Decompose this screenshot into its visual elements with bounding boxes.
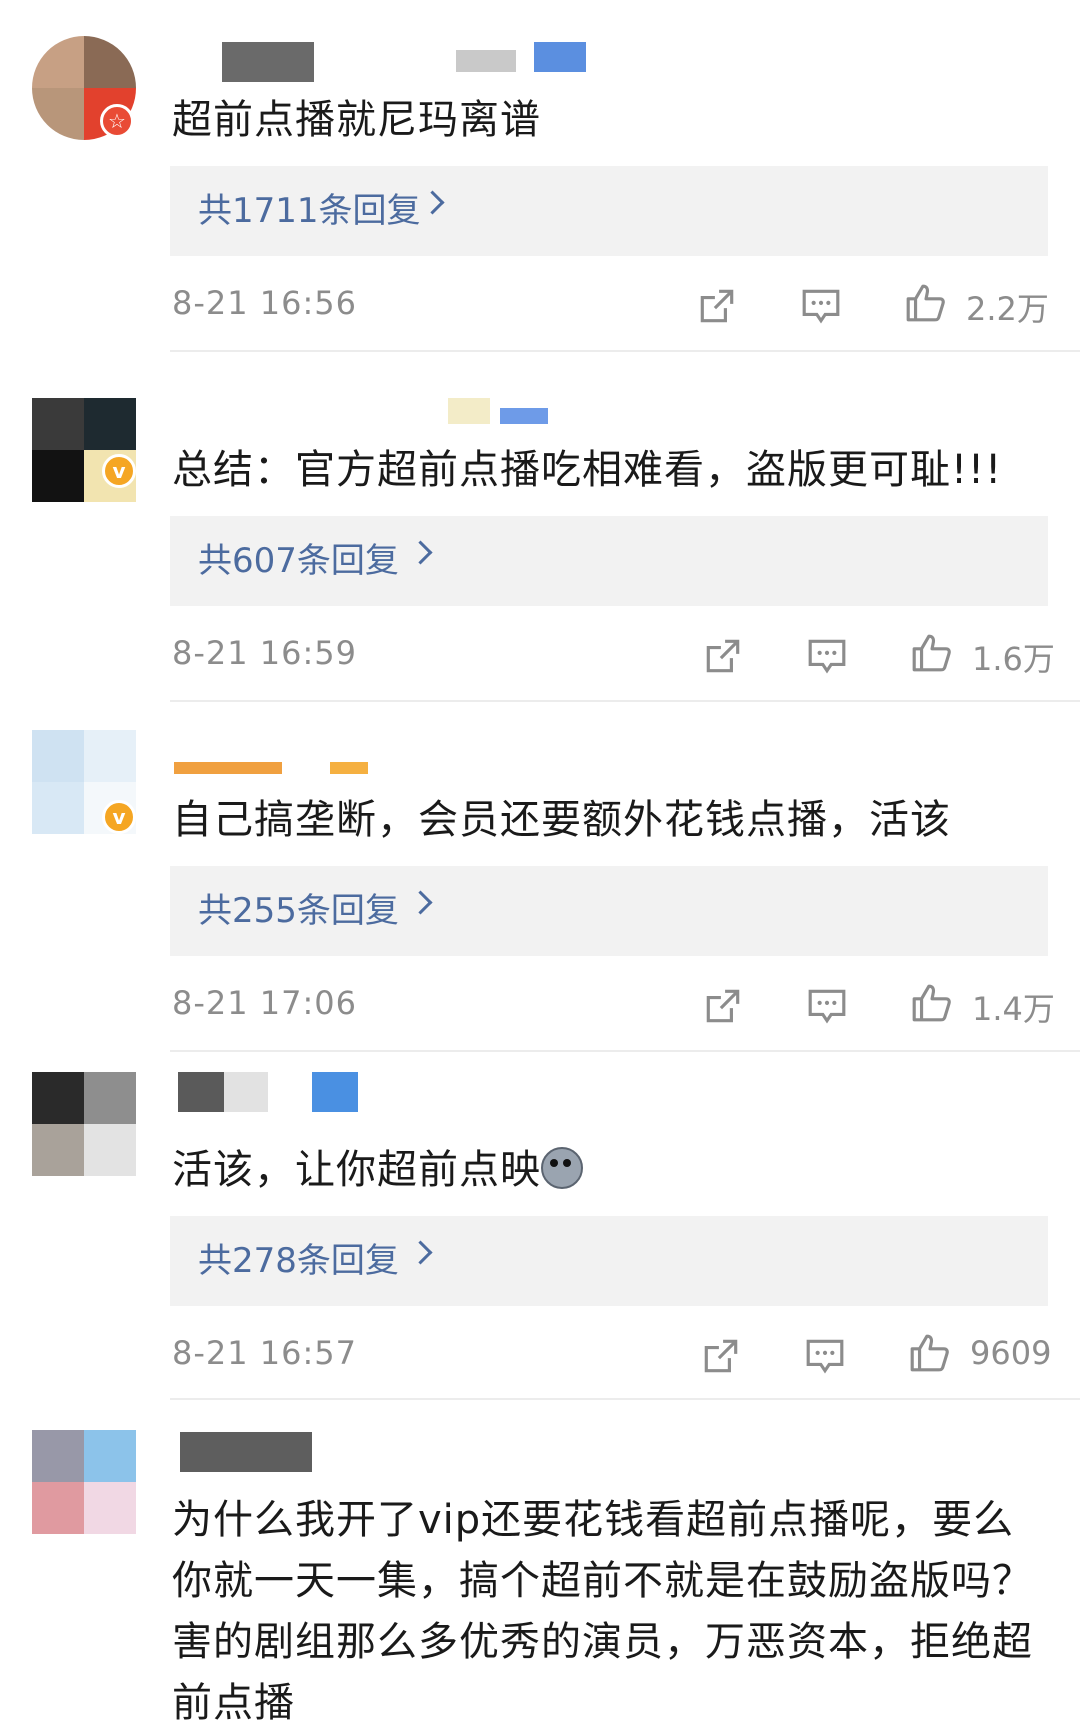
username[interactable] <box>448 398 490 424</box>
comment-icon[interactable] <box>804 1335 846 1377</box>
like-icon[interactable] <box>910 982 952 1024</box>
husky-emoji-icon <box>541 1147 583 1189</box>
avatar[interactable] <box>32 1430 136 1534</box>
like-icon[interactable] <box>908 1332 950 1374</box>
chevron-right-icon <box>408 890 433 915</box>
comment-text: 活该，让你超前点映 <box>172 1140 1052 1200</box>
comment-text: 为什么我开了vip还要花钱看超前点播呢，要么你就一天一集，搞个超前不就是在鼓励盗… <box>172 1497 1033 1726</box>
timestamp: 8-21 16:57 <box>172 1334 358 1372</box>
level-badge <box>312 1072 358 1112</box>
username[interactable] <box>174 762 282 774</box>
share-icon[interactable] <box>702 985 744 1027</box>
chevron-right-icon <box>408 540 433 565</box>
replies-count: 共1711条回复 <box>198 191 421 231</box>
replies-count: 共607条回复 <box>198 541 399 581</box>
timestamp: 8-21 17:06 <box>172 984 358 1022</box>
chevron-right-icon <box>420 190 445 215</box>
divider <box>170 700 1080 702</box>
comment-icon[interactable] <box>806 985 848 1027</box>
verified-badge-icon: v <box>102 800 136 834</box>
replies-count: 共278条回复 <box>198 1241 399 1281</box>
comment-icon[interactable] <box>806 635 848 677</box>
replies-link[interactable]: 共278条回复 <box>170 1216 1048 1306</box>
timestamp: 8-21 16:59 <box>172 634 358 672</box>
comment-text: 超前点播就尼玛离谱 <box>172 97 541 143</box>
like-count: 1.4万 <box>972 990 1055 1028</box>
divider <box>170 1398 1080 1400</box>
star-badge-icon: ☆ <box>100 104 134 138</box>
share-icon[interactable] <box>700 1335 742 1377</box>
chevron-right-icon <box>408 1240 433 1265</box>
like-count: 9609 <box>970 1334 1052 1372</box>
replies-link[interactable]: 共607条回复 <box>170 516 1048 606</box>
level-badge <box>500 408 548 424</box>
replies-link[interactable]: 共255条回复 <box>170 866 1048 956</box>
timestamp: 8-21 16:56 <box>172 284 358 322</box>
comment-text-content: 活该，让你超前点映 <box>172 1147 541 1193</box>
like-icon[interactable] <box>904 282 946 324</box>
username[interactable] <box>180 1432 312 1472</box>
like-count: 1.6万 <box>972 640 1055 678</box>
avatar[interactable] <box>32 1072 136 1176</box>
verified-badge-icon: v <box>102 454 136 488</box>
like-count: 2.2万 <box>966 290 1049 328</box>
replies-link[interactable]: 共1711条回复 <box>170 166 1048 256</box>
username-suffix <box>456 50 516 72</box>
comment-text: 总结：官方超前点播吃相难看，盗版更可耻!!! <box>172 447 1003 493</box>
username[interactable] <box>178 1072 224 1112</box>
share-icon[interactable] <box>696 285 738 327</box>
replies-count: 共255条回复 <box>198 891 399 931</box>
level-badge <box>330 762 368 774</box>
username[interactable] <box>222 42 314 82</box>
share-icon[interactable] <box>702 635 744 677</box>
divider <box>170 1050 1080 1052</box>
divider <box>170 350 1080 352</box>
like-icon[interactable] <box>910 632 952 674</box>
comment-icon[interactable] <box>800 285 842 327</box>
username-tail <box>224 1072 268 1112</box>
level-badge <box>534 42 586 72</box>
comment-text: 自己搞垄断，会员还要额外花钱点播，活该 <box>172 797 951 843</box>
